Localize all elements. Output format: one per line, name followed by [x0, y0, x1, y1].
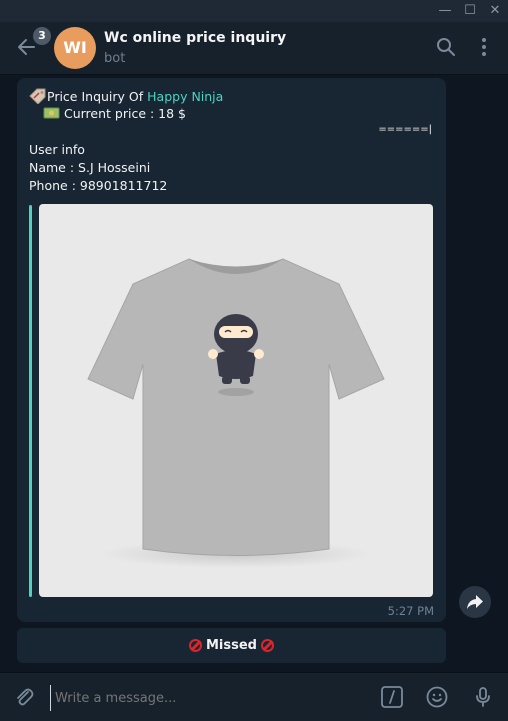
price-inquiry-line: Price Inquiry Of Happy Ninja: [29, 88, 223, 105]
user-phone: Phone : 98901811712: [29, 178, 168, 193]
window-titlebar: — ☐ ✕: [0, 0, 508, 22]
message-time: 5:27 PM: [387, 604, 434, 618]
price-tag-icon: [29, 88, 46, 105]
product-image[interactable]: [39, 204, 433, 597]
forward-icon: [467, 595, 483, 609]
user-info-heading: User info: [29, 142, 85, 157]
forward-button[interactable]: [459, 586, 491, 618]
current-price: Current price : 18 $: [63, 106, 187, 121]
chat-title[interactable]: Wc online price inquiry: [104, 30, 286, 46]
more-options-icon[interactable]: [473, 36, 495, 58]
current-price-line: Current price : 18 $: [43, 106, 186, 121]
price-inquiry-label: Price Inquiry Of: [47, 89, 144, 104]
no-entry-icon: [189, 639, 202, 652]
user-name: Name : S.J Hosseini: [29, 160, 151, 175]
product-link[interactable]: Happy Ninja: [147, 89, 223, 104]
minimize-button[interactable]: —: [436, 2, 454, 20]
missed-status-button[interactable]: Missed: [17, 628, 446, 663]
search-icon[interactable]: [435, 36, 457, 58]
avatar[interactable]: WI: [54, 27, 96, 69]
missed-label: Missed: [206, 638, 257, 653]
chat-subtitle: bot: [104, 51, 126, 66]
no-entry-icon: [261, 639, 274, 652]
separator-text: ======|: [378, 124, 432, 135]
message-bubble[interactable]: Price Inquiry Of Happy Ninja Current pri…: [17, 78, 446, 622]
tshirt-illustration: [87, 258, 385, 568]
preview-accent-bar: [29, 205, 32, 597]
chat-header: 3 WI Wc online price inquiry bot: [0, 22, 508, 75]
bot-commands-icon[interactable]: [380, 685, 404, 709]
unread-count-badge: 3: [33, 27, 51, 45]
message-input[interactable]: [50, 685, 367, 711]
maximize-button[interactable]: ☐: [461, 2, 479, 20]
money-icon: [43, 107, 60, 119]
emoji-icon[interactable]: [425, 685, 449, 709]
close-button[interactable]: ✕: [486, 2, 504, 20]
microphone-icon[interactable]: [471, 685, 495, 709]
message-list[interactable]: Price Inquiry Of Happy Ninja Current pri…: [0, 75, 508, 672]
attach-icon[interactable]: [12, 685, 36, 709]
message-composer: [0, 672, 508, 721]
